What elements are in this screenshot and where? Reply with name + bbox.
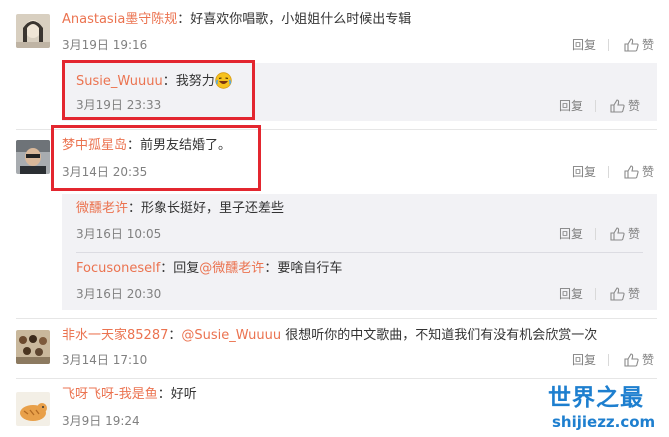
reply-button[interactable]: 回复	[559, 226, 583, 242]
reply-text: 微醺老许：形象长挺好，里子还差些	[76, 200, 284, 218]
action-separator	[608, 354, 609, 366]
reply-button[interactable]: 回复	[572, 352, 596, 368]
reply-date: 3月16日 20:30	[76, 287, 162, 301]
username-link[interactable]: 微醺老许	[76, 201, 128, 216]
comment-body: ：好听	[157, 387, 197, 402]
avatar[interactable]	[16, 140, 50, 174]
reply-button[interactable]: 回复	[572, 164, 596, 180]
avatar[interactable]	[16, 14, 50, 48]
action-separator	[608, 39, 609, 51]
action-separator	[595, 228, 596, 240]
highlight-box	[62, 60, 255, 120]
reply-prefix: ：回复	[160, 261, 200, 276]
comment-date: 3月14日 17:10	[62, 353, 148, 367]
reply-text: Focusoneself：回复@微醺老许：要啥自行车	[76, 260, 342, 278]
reply-button[interactable]: 回复	[559, 286, 583, 302]
reply-button[interactable]: 回复	[572, 37, 596, 53]
thumbs-up-icon	[610, 99, 625, 113]
comment-prefix: ：	[168, 328, 182, 343]
comment-text: 非水一天家85287：@Susie_Wuuuu 很想听你的中文歌曲，不知道我们有…	[62, 327, 597, 345]
reply-body: ：要啥自行车	[264, 261, 343, 276]
thumbs-up-icon	[624, 165, 639, 179]
watermark-title: 世界之最	[548, 385, 644, 411]
divider	[16, 318, 657, 319]
action-separator	[608, 166, 609, 178]
thumbs-up-icon	[610, 287, 625, 301]
comment-body: ：好喜欢你唱歌，小姐姐什么时候出专辑	[177, 12, 412, 27]
comment-date: 3月9日 19:24	[62, 414, 140, 428]
like-button[interactable]: 赞	[624, 37, 654, 53]
mention-link[interactable]: @微醺老许	[199, 261, 264, 276]
username-link[interactable]: Anastasia墨守陈规	[62, 12, 177, 27]
action-separator	[595, 288, 596, 300]
like-button[interactable]: 赞	[624, 352, 654, 368]
thumbs-up-icon	[624, 353, 639, 367]
like-button[interactable]: 赞	[610, 286, 640, 302]
like-button[interactable]: 赞	[610, 98, 640, 114]
username-link[interactable]: 飞呀飞呀-我是鱼	[62, 387, 158, 402]
comment-text: 飞呀飞呀-我是鱼：好听	[62, 386, 197, 404]
like-button[interactable]: 赞	[624, 164, 654, 180]
comment-body: 很想听你的中文歌曲，不知道我们有没有机会欣赏一次	[281, 328, 598, 343]
username-link[interactable]: 非水一天家85287	[62, 328, 168, 343]
username-link[interactable]: Focusoneself	[76, 261, 160, 276]
like-button[interactable]: 赞	[610, 226, 640, 242]
avatar[interactable]	[16, 330, 50, 364]
avatar[interactable]	[16, 392, 50, 426]
thumbs-up-icon	[624, 38, 639, 52]
mention-link[interactable]: @Susie_Wuuuu	[181, 328, 281, 343]
comment-date: 3月19日 19:16	[62, 38, 148, 52]
reply-divider	[76, 252, 643, 253]
comment-text: Anastasia墨守陈规：好喜欢你唱歌，小姐姐什么时候出专辑	[62, 11, 411, 29]
reply-date: 3月16日 10:05	[76, 227, 162, 241]
watermark-domain: shijiezz.com	[552, 413, 656, 431]
reply-button[interactable]: 回复	[559, 98, 583, 114]
reply-body: ：形象长挺好，里子还差些	[128, 201, 285, 216]
thumbs-up-icon	[610, 227, 625, 241]
action-separator	[595, 100, 596, 112]
highlight-box	[51, 125, 261, 191]
